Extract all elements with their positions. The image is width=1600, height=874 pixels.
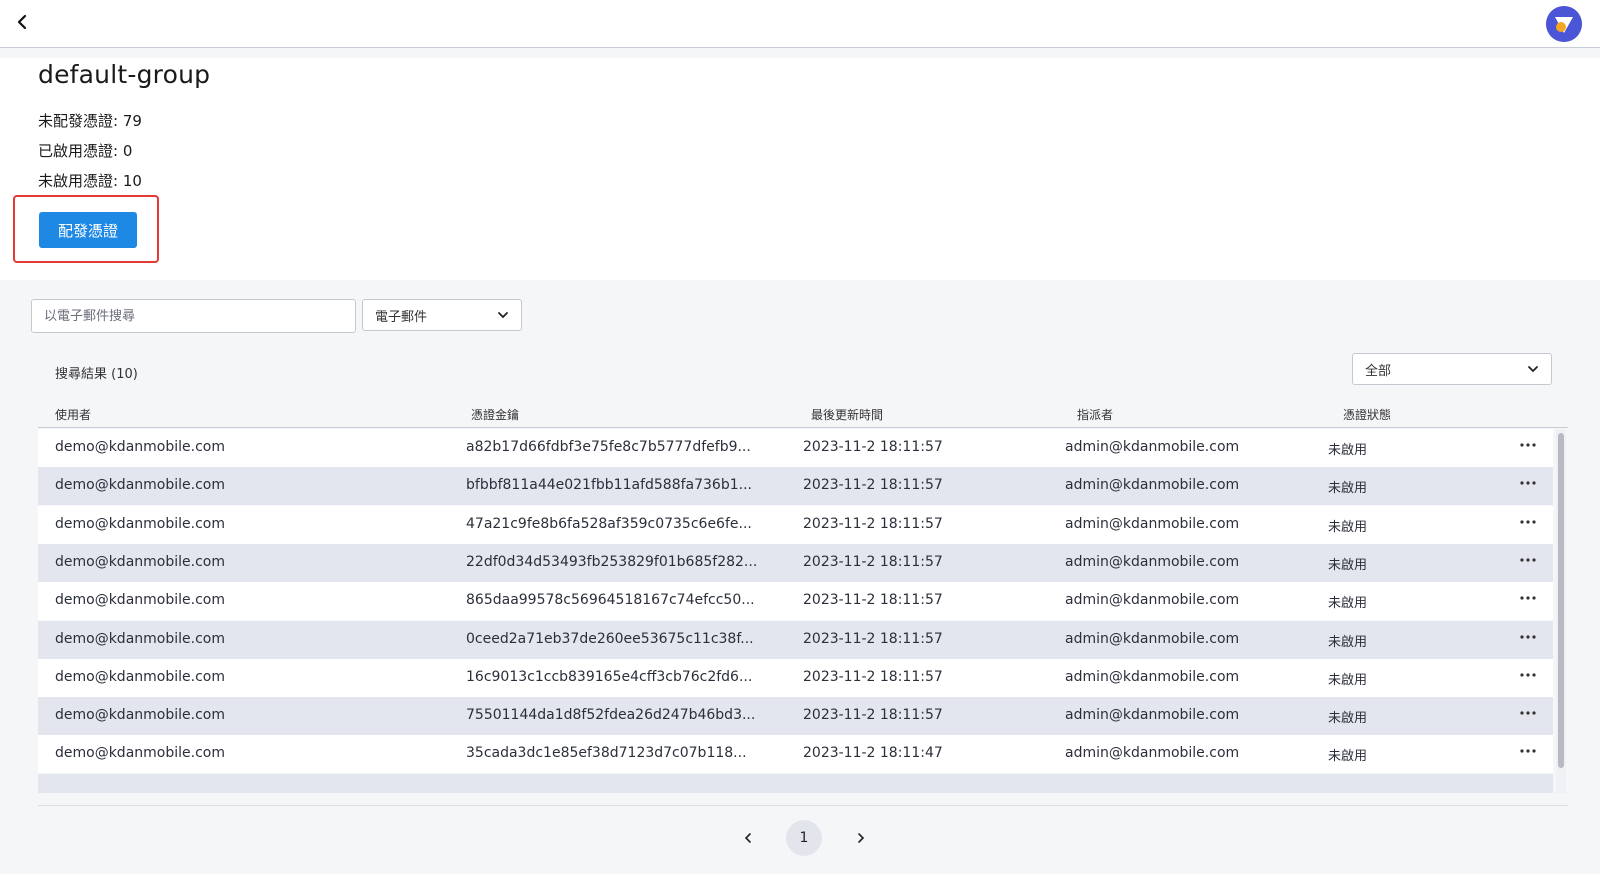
more-options-icon[interactable] [1516,627,1540,647]
more-options-icon[interactable] [1516,473,1540,493]
chevron-down-icon [497,308,509,323]
cell-user: demo@kdanmobile.com [55,439,225,455]
more-options-icon[interactable] [1516,512,1540,532]
scrollbar-thumb[interactable] [1558,433,1564,768]
more-options-icon[interactable] [1516,588,1540,608]
cell-status: 未啟用 [1328,634,1368,650]
cell-certificate-key: 16c9013c1ccb839165e4cff3cb76c2fd6... [466,668,753,685]
cell-user: demo@kdanmobile.com [55,477,225,494]
table-row[interactable]: demo@kdanmobile.com 47a21c9fe8b6fa528af35… [38,505,1553,544]
cell-assigner: admin@kdanmobile.com [1065,745,1240,762]
more-options-icon[interactable] [1516,703,1540,723]
chevron-right-icon [857,829,865,848]
avatar[interactable] [1546,6,1582,42]
assign-certificate-button[interactable]: 配發憑證 [39,212,137,248]
cell-status: 未啟用 [1328,596,1368,612]
back-button[interactable] [10,12,34,36]
cell-updated-time: 2023-11-2 18:11:57 [803,630,943,647]
cell-updated-time: 2023-11-2 18:11:57 [803,439,943,455]
cell-user: demo@kdanmobile.com [55,668,225,685]
page-title: default-group [38,60,211,89]
more-options-icon[interactable] [1516,665,1540,685]
chevron-left-icon [744,829,752,848]
cell-certificate-key: 75501144da1d8f52fdea26d247b46bd3... [466,707,756,724]
status-filter-select[interactable]: 全部 [1352,353,1552,385]
table-row[interactable]: demo@kdanmobile.com 75501144da1d8f52fdea2… [38,697,1553,736]
chevron-down-icon [1527,362,1539,377]
cell-status: 未啟用 [1328,711,1368,727]
cell-updated-time: 2023-11-2 18:11:57 [803,553,943,570]
table-row[interactable]: demo@kdanmobile.com 22df0d34d53493fb25382… [38,543,1553,582]
cell-certificate-key: 22df0d34d53493fb253829f01b685f282... [466,553,758,570]
search-field-select[interactable]: 電子郵件 [362,299,522,331]
search-input[interactable] [31,299,356,333]
table-row[interactable]: demo@kdanmobile.com a82b17d66fdbf3e75fe8c… [38,429,1553,467]
cell-status: 未啟用 [1328,672,1368,688]
cell-assigner: admin@kdanmobile.com [1065,439,1240,455]
table-body: demo@kdanmobile.com a82b17d66fdbf3e75fe8c… [38,429,1553,793]
stat-activated: 已啟用憑證: 0 [38,142,133,160]
table-row[interactable]: demo@kdanmobile.com 35cada3dc1e85ef38d712… [38,735,1553,774]
cell-certificate-key: 0ceed2a71eb37de260ee53675c11c38f... [466,630,754,647]
cell-user: demo@kdanmobile.com [55,553,225,570]
table-scrollbar[interactable] [1556,429,1566,793]
cell-assigner: admin@kdanmobile.com [1065,630,1240,647]
cell-updated-time: 2023-11-2 18:11:57 [803,515,943,532]
cell-user: demo@kdanmobile.com [55,515,225,532]
page-number-button[interactable]: 1 [786,820,822,856]
column-header-status[interactable]: 憑證狀態 [1343,406,1391,423]
more-options-icon[interactable] [1516,550,1540,570]
column-header-key[interactable]: 憑證金鑰 [471,406,519,423]
results-count: 搜尋結果 (10) [55,367,138,382]
column-header-updated[interactable]: 最後更新時間 [811,406,883,423]
stat-unassigned: 未配發憑證: 79 [38,112,142,130]
cell-status: 未啟用 [1328,557,1368,573]
table-header: 使用者 憑證金鑰 最後更新時間 指派者 憑證狀態 [38,400,1568,428]
table-row[interactable]: demo@kdanmobile.com 16c9013c1ccb839165e4c… [38,658,1553,697]
cell-assigner: admin@kdanmobile.com [1065,707,1240,724]
cell-updated-time: 2023-11-2 18:11:57 [803,668,943,685]
cell-assigner: admin@kdanmobile.com [1065,477,1240,494]
table-row[interactable]: demo@kdanmobile.com 0ceed2a71eb37de260ee5… [38,620,1553,659]
cell-user: demo@kdanmobile.com [55,630,225,647]
app-logo-icon [1546,6,1582,42]
cell-assigner: admin@kdanmobile.com [1065,592,1240,609]
cell-assigner: admin@kdanmobile.com [1065,515,1240,532]
stat-inactive: 未啟用憑證: 10 [38,172,142,190]
cell-certificate-key: bfbbf811a44e021fbb11afd588fa736b1... [466,477,752,494]
more-options-icon[interactable] [1516,741,1540,761]
cell-certificate-key: 47a21c9fe8b6fa528af359c0735c6e6fe... [466,515,752,532]
cell-status: 未啟用 [1328,443,1368,458]
cell-assigner: admin@kdanmobile.com [1065,668,1240,685]
cell-updated-time: 2023-11-2 18:11:57 [803,477,943,494]
previous-page-button[interactable] [738,828,758,848]
cell-certificate-key: a82b17d66fdbf3e75fe8c7b5777dfefb9... [466,439,751,455]
chevron-left-icon [16,14,28,34]
cell-certificate-key: 865daa99578c56964518167c74efcc50... [466,592,755,609]
certificate-table: 使用者 憑證金鑰 最後更新時間 指派者 憑證狀態 demo@kdanmobile… [38,400,1568,806]
next-page-button[interactable] [851,828,871,848]
column-header-user[interactable]: 使用者 [55,406,91,423]
cell-status: 未啟用 [1328,481,1368,497]
cell-updated-time: 2023-11-2 18:11:57 [803,707,943,724]
cell-certificate-key: 35cada3dc1e85ef38d7123d7c07b118... [466,745,747,762]
cell-user: demo@kdanmobile.com [55,592,225,609]
cell-assigner: admin@kdanmobile.com [1065,553,1240,570]
group-header: default-group 未配發憑證: 79 已啟用憑證: 0 未啟用憑證: … [0,58,1600,280]
top-bar [0,0,1600,48]
status-filter-select-value: 全部 [1365,363,1392,379]
cell-status: 未啟用 [1328,519,1368,535]
cell-user: demo@kdanmobile.com [55,707,225,724]
cell-updated-time: 2023-11-2 18:11:57 [803,592,943,609]
column-header-assigner[interactable]: 指派者 [1077,406,1113,423]
table-row-partial[interactable] [38,773,1553,793]
table-row[interactable]: demo@kdanmobile.com bfbbf811a44e021fbb11a… [38,467,1553,506]
table-row[interactable]: demo@kdanmobile.com 865daa99578c569645181… [38,582,1553,621]
cell-updated-time: 2023-11-2 18:11:47 [803,745,943,762]
search-field-select-value: 電子郵件 [375,309,428,325]
more-options-icon[interactable] [1516,435,1540,455]
cell-user: demo@kdanmobile.com [55,745,225,762]
cell-status: 未啟用 [1328,749,1368,765]
